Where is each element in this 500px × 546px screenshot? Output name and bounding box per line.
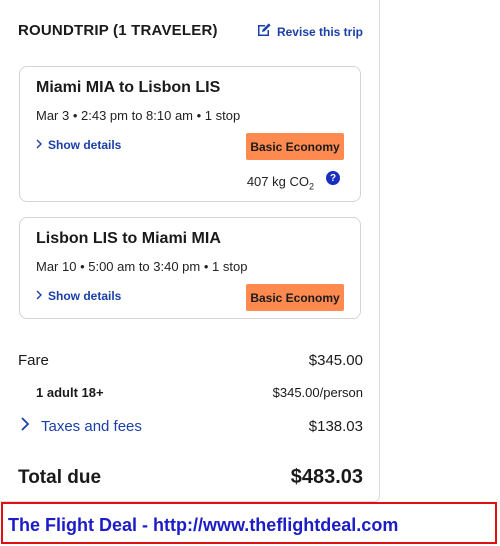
adult-value: $345.00/person (272, 385, 363, 400)
return-flight-card: Lisbon LIS to Miami MIA Mar 10 • 5:00 am… (19, 217, 361, 319)
fare-label: Fare (18, 352, 49, 369)
taxes-label: Taxes and fees (41, 417, 142, 435)
fare-value: $345.00 (308, 352, 363, 369)
show-details-link[interactable]: Show details (34, 289, 121, 303)
chevron-right-icon (34, 138, 44, 152)
co2-value: 407 kg CO (246, 174, 309, 189)
revise-trip-label: Revise this trip (276, 24, 363, 39)
outbound-flight-card: Miami MIA to Lisbon LIS Mar 3 • 2:43 pm … (19, 66, 361, 202)
taxes-value: $138.03 (308, 417, 363, 435)
flight-time: Mar 3 • 2:43 pm to 8:10 am • 1 stop (36, 108, 241, 123)
fare-row: Fare $345.00 (18, 352, 363, 369)
banner-text: The Flight Deal - http://www.theflightde… (8, 515, 399, 535)
show-details-link[interactable]: Show details (34, 138, 121, 152)
taxes-toggle[interactable]: Taxes and fees (18, 416, 142, 436)
total-label: Total due (18, 466, 102, 488)
co2-subscript: 2 (308, 181, 314, 192)
fare-class-badge: Basic Economy (246, 284, 344, 311)
taxes-row: Taxes and fees $138.03 (18, 416, 363, 436)
watermark-banner: The Flight Deal - http://www.theflightde… (1, 502, 497, 544)
flight-route: Miami MIA to Lisbon LIS (36, 79, 221, 96)
edit-icon (256, 22, 272, 41)
co2-emissions: 407 kg CO2 (247, 174, 314, 192)
chevron-right-icon (18, 416, 32, 436)
total-row: Total due $483.03 (18, 466, 363, 489)
show-details-label: Show details (48, 138, 122, 152)
show-details-label: Show details (48, 289, 122, 303)
adult-label: 1 adult 18+ (36, 385, 104, 400)
chevron-right-icon (34, 289, 44, 303)
adult-fare-row: 1 adult 18+ $345.00/person (18, 385, 363, 400)
trip-summary-card: ROUNDTRIP (1 TRAVELER) Revise this trip … (0, 0, 380, 502)
flight-route: Lisbon LIS to Miami MIA (36, 230, 221, 247)
info-icon[interactable]: ? (326, 171, 340, 185)
fare-class-badge: Basic Economy (246, 133, 344, 160)
total-value: $483.03 (290, 466, 363, 488)
flight-time: Mar 10 • 5:00 am to 3:40 pm • 1 stop (36, 259, 248, 274)
revise-trip-link[interactable]: Revise this trip (256, 22, 363, 41)
trip-type-heading: ROUNDTRIP (1 TRAVELER) (18, 22, 218, 39)
